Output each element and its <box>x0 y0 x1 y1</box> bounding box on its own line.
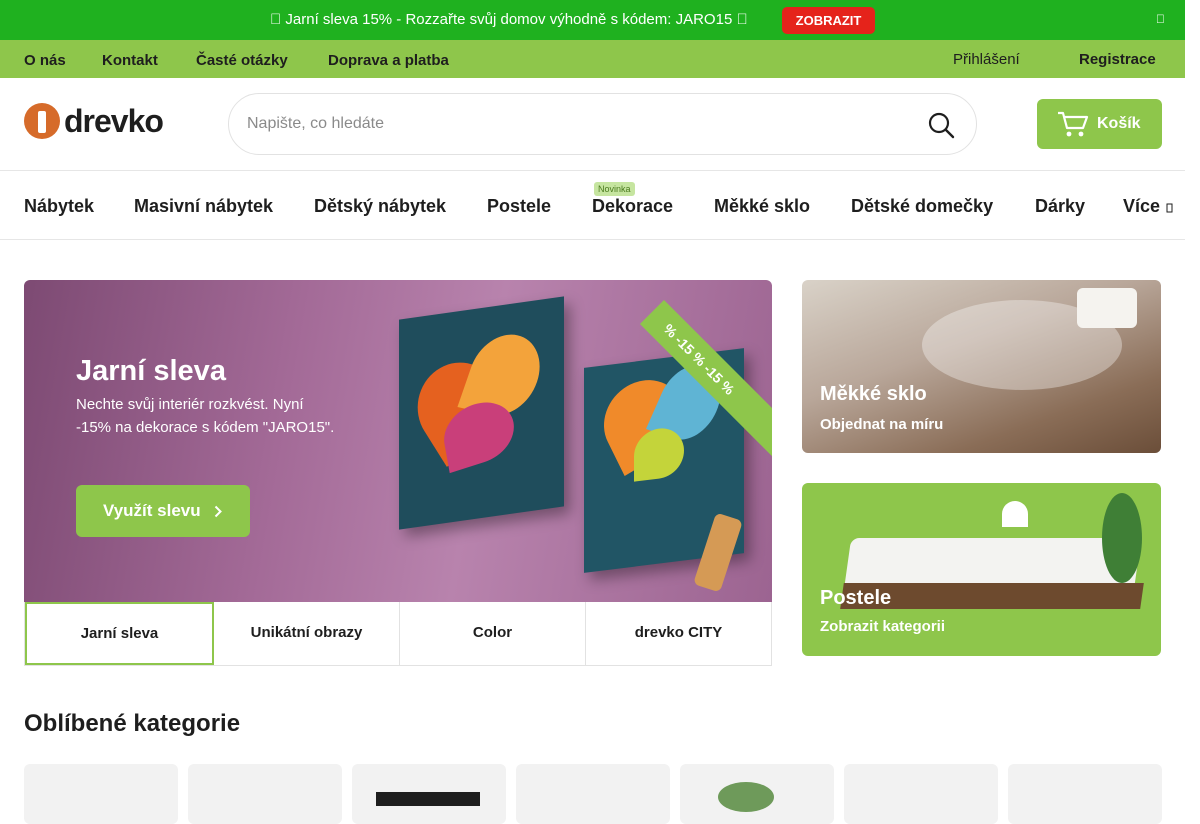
search-icon[interactable] <box>927 111 955 139</box>
hero-title: Jarní sleva <box>76 355 226 387</box>
search-box <box>228 93 977 155</box>
login-link[interactable]: Přihlášení <box>953 51 1020 68</box>
category-thumb <box>718 782 774 812</box>
tab-drevko-city[interactable]: drevko CITY <box>586 602 771 665</box>
soft-glass-banner[interactable]: Měkké sklo Objednat na míru <box>802 280 1161 453</box>
nav-item-playhouses[interactable]: Dětské domečky <box>851 196 993 217</box>
nav-item-kids-furniture[interactable]: Dětský nábytek <box>314 196 446 217</box>
plant <box>1102 493 1142 583</box>
cta-label: Využít slevu <box>103 501 201 520</box>
logo[interactable]: drevko <box>24 103 174 141</box>
logo-mark-icon <box>24 103 60 139</box>
nav-item-decor[interactable]: Dekorace <box>592 196 673 217</box>
search-input[interactable] <box>247 112 887 136</box>
nav-item-soft-glass[interactable]: Měkké sklo <box>714 196 810 217</box>
link-shipping[interactable]: Doprava a platba <box>328 52 449 69</box>
lamp <box>1002 501 1028 527</box>
banner-title: Měkké sklo <box>820 383 927 405</box>
cart-button[interactable]: Košík <box>1037 99 1162 149</box>
beds-banner[interactable]: Postele Zobrazit kategorii <box>802 483 1161 656</box>
logo-text: drevko <box>64 103 164 139</box>
link-contact[interactable]: Kontakt <box>102 52 158 69</box>
tab-unique-paintings[interactable]: Unikátní obrazy <box>214 602 400 665</box>
category-card[interactable] <box>188 764 342 824</box>
tab-color[interactable]: Color <box>400 602 586 665</box>
show-promo-button[interactable]: ZOBRAZIT <box>782 7 875 34</box>
hero-banner[interactable]: % -15 % -15 % Jarní sleva Nechte svůj in… <box>24 280 772 602</box>
nav-item-solid-furniture[interactable]: Masivní nábytek <box>134 196 273 217</box>
chevron-down-icon <box>1166 203 1173 213</box>
category-card[interactable] <box>844 764 998 824</box>
chevron-right-icon <box>214 505 222 518</box>
cart-icon <box>1058 111 1089 137</box>
category-card[interactable] <box>680 764 834 824</box>
close-icon[interactable]:   <box>1156 12 1165 26</box>
section-title: Oblíbené kategorie <box>24 710 241 737</box>
header: drevko Košík <box>0 78 1185 170</box>
new-badge: Novinka <box>594 182 635 196</box>
nav-item-gifts[interactable]: Dárky <box>1035 196 1085 217</box>
category-card[interactable] <box>516 764 670 824</box>
promo-bar:   Jarní sleva 15% - Rozzařte svůj domov … <box>0 0 1185 40</box>
hero-subtitle: Nechte svůj interiér rozkvést. Nyní -15%… <box>76 396 335 436</box>
banner-subtitle: Zobrazit kategorii <box>820 618 946 635</box>
nav-item-more[interactable]: Více <box>1123 196 1160 217</box>
top-links-bar: O nás Kontakt Časté otázky Doprava a pla… <box>0 40 1185 78</box>
register-link[interactable]: Registrace <box>1079 51 1156 68</box>
banner-title: Postele <box>820 587 892 609</box>
link-faq[interactable]: Časté otázky <box>196 52 288 69</box>
link-about[interactable]: O nás <box>24 52 66 69</box>
main-nav: Nábytek Masivní nábytek Dětský nábytek P… <box>0 170 1185 240</box>
cart-label: Košík <box>1097 115 1141 132</box>
use-discount-button[interactable]: Využít slevu <box>76 485 250 537</box>
category-thumb <box>376 792 480 806</box>
nav-item-beds[interactable]: Postele <box>487 196 551 217</box>
cup-shape <box>1077 288 1137 328</box>
hero-tabs: Jarní sleva Unikátní obrazy Color drevko… <box>24 602 772 666</box>
promo-text:   Jarní sleva 15% - Rozzařte svůj domov … <box>270 11 748 28</box>
category-card[interactable] <box>1008 764 1162 824</box>
category-card[interactable] <box>24 764 178 824</box>
banner-subtitle: Objednat na míru <box>820 416 944 433</box>
tab-spring-sale[interactable]: Jarní sleva <box>25 602 214 665</box>
flower-canvas-left <box>399 296 564 530</box>
category-card[interactable] <box>352 764 506 824</box>
nav-item-furniture[interactable]: Nábytek <box>24 196 94 217</box>
